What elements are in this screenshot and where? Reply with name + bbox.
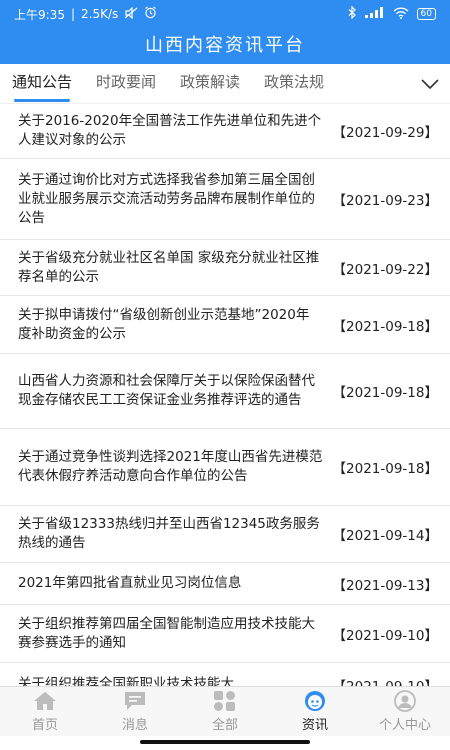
profile-icon bbox=[393, 690, 417, 712]
home-icon bbox=[33, 690, 57, 712]
item-title: 关于组织推荐全国新职业技术技能大 bbox=[18, 676, 234, 686]
tab-news[interactable]: 时政要闻 bbox=[84, 64, 168, 104]
nav-label: 资讯 bbox=[301, 718, 328, 733]
tab-label: 通知公告 bbox=[12, 72, 73, 91]
status-left: 上午9:35 | 2.5K/s bbox=[14, 6, 157, 23]
tab-label: 政策法规 bbox=[264, 72, 325, 91]
nav-all[interactable]: 全部 bbox=[180, 687, 270, 736]
item-date: 【2021-09-22】 bbox=[332, 261, 438, 278]
wifi-icon bbox=[393, 6, 409, 22]
list-item[interactable]: 关于通过询价比对方式选择我省参加第三届全国创业就业服务展示交流活动劳务品牌布展制… bbox=[0, 159, 450, 240]
tab-label: 政策解读 bbox=[180, 72, 241, 91]
item-date: 【2021-09-13】 bbox=[332, 577, 438, 594]
tab-notices[interactable]: 通知公告 bbox=[0, 64, 84, 104]
tab-label: 时政要闻 bbox=[96, 72, 157, 91]
item-date: 【2021-09-29】 bbox=[332, 125, 438, 141]
item-title: 关于2016-2020年全国普法工作先进单位和先进个人建议对象的公示 bbox=[18, 113, 322, 148]
item-title: 关于组织推荐第四届全国智能制造应用技术技能大赛参赛选手的通知 bbox=[18, 615, 315, 651]
nav-news[interactable]: 资讯 bbox=[270, 687, 360, 736]
nav-home[interactable]: 首页 bbox=[0, 687, 90, 736]
status-bar: 上午9:35 | 2.5K/s 60 bbox=[0, 0, 450, 28]
nav-label: 消息 bbox=[121, 718, 148, 733]
tab-policy-regulations[interactable]: 政策法规 bbox=[252, 64, 336, 104]
battery-indicator: 60 bbox=[416, 8, 436, 20]
notice-list: 关于2016-2020年全国普法工作先进单位和先进个人建议对象的公示 【2021… bbox=[0, 104, 450, 686]
list-item[interactable]: 关于拟申请拨付“省级创新创业示范基地”2020年度补助资金的公示 【2021-0… bbox=[0, 296, 450, 354]
nav-messages[interactable]: 消息 bbox=[90, 687, 180, 736]
item-date: 【2021-09-23】 bbox=[332, 193, 438, 209]
nav-label: 首页 bbox=[31, 718, 58, 733]
mute-icon bbox=[124, 6, 138, 22]
item-title: 关于通过询价比对方式选择我省参加第三届全国创业就业服务展示交流活动劳务品牌布展制… bbox=[18, 171, 315, 226]
item-title: 山西省人力资源和社会保障厅关于以保险保函替代现金存储农民工工资保证金业务推荐评选… bbox=[18, 373, 315, 408]
status-divider: | bbox=[70, 7, 75, 21]
list-item[interactable]: 关于2016-2020年全国普法工作先进单位和先进个人建议对象的公示 【2021… bbox=[0, 104, 450, 159]
bottom-nav: 首页 消息 全部 资讯 个人中心 bbox=[0, 686, 450, 736]
home-indicator[interactable] bbox=[140, 740, 310, 744]
nav-label: 个人中心 bbox=[378, 718, 431, 733]
item-title: 关于省级12333热线归并至山西省12345政务服务热线的通告 bbox=[18, 516, 320, 551]
list-item[interactable]: 关于省级充分就业社区名单国 家级充分就业社区推荐名单的公示 【2021-09-2… bbox=[0, 240, 450, 296]
grid-icon bbox=[213, 690, 237, 712]
alarm-icon bbox=[144, 6, 157, 22]
item-date: 【2021-09-10】 bbox=[332, 627, 438, 644]
tabs-expand-button[interactable] bbox=[410, 64, 450, 104]
nav-profile[interactable]: 个人中心 bbox=[360, 687, 450, 736]
app-title-bar: 山西内容资讯平台 bbox=[0, 28, 450, 64]
list-item[interactable]: 关于省级12333热线归并至山西省12345政务服务热线的通告 【2021-09… bbox=[0, 506, 450, 563]
item-date: 【2021-09-18】 bbox=[332, 461, 438, 477]
page-title: 山西内容资讯平台 bbox=[145, 35, 305, 56]
list-item[interactable]: 山西省人力资源和社会保障厅关于以保险保函替代现金存储农民工工资保证金业务推荐评选… bbox=[0, 354, 450, 429]
signal-icon bbox=[364, 7, 385, 21]
item-date: 【2021-09-14】 bbox=[332, 528, 438, 544]
chevron-down-icon bbox=[421, 74, 439, 93]
item-title: 关于通过竞争性谈判选择2021年度山西省先进模范代表休假疗养活动意向合作单位的公… bbox=[18, 449, 323, 484]
item-date: 【2021-09-18】 bbox=[332, 318, 438, 335]
category-tabs: 通知公告 时政要闻 政策解读 政策法规 bbox=[0, 64, 450, 104]
list-item[interactable]: 关于组织推荐第四届全国智能制造应用技术技能大赛参赛选手的通知 【2021-09-… bbox=[0, 605, 450, 663]
nav-label: 全部 bbox=[211, 718, 238, 733]
item-title: 关于拟申请拨付“省级创新创业示范基地”2020年度补助资金的公示 bbox=[18, 306, 310, 342]
item-date: 【2021-09-10】 bbox=[333, 675, 438, 686]
status-right: 60 bbox=[348, 5, 436, 22]
item-title: 关于省级充分就业社区名单国 家级充分就业社区推荐名单的公示 bbox=[18, 249, 320, 285]
message-icon bbox=[123, 690, 147, 712]
list-item[interactable]: 关于组织推荐全国新职业技术技能大 【2021-09-10】 bbox=[0, 663, 450, 686]
network-speed: 2.5K/s bbox=[81, 7, 119, 21]
bluetooth-icon bbox=[348, 5, 357, 22]
news-face-icon bbox=[303, 690, 327, 712]
item-title: 2021年第四批省直就业见习岗位信息 bbox=[18, 575, 242, 591]
list-item[interactable]: 2021年第四批省直就业见习岗位信息 【2021-09-13】 bbox=[0, 563, 450, 605]
list-item[interactable]: 关于通过竞争性谈判选择2021年度山西省先进模范代表休假疗养活动意向合作单位的公… bbox=[0, 429, 450, 506]
item-date: 【2021-09-18】 bbox=[332, 385, 438, 401]
status-time: 上午9:35 bbox=[14, 7, 65, 22]
tab-policy-interpretation[interactable]: 政策解读 bbox=[168, 64, 252, 104]
